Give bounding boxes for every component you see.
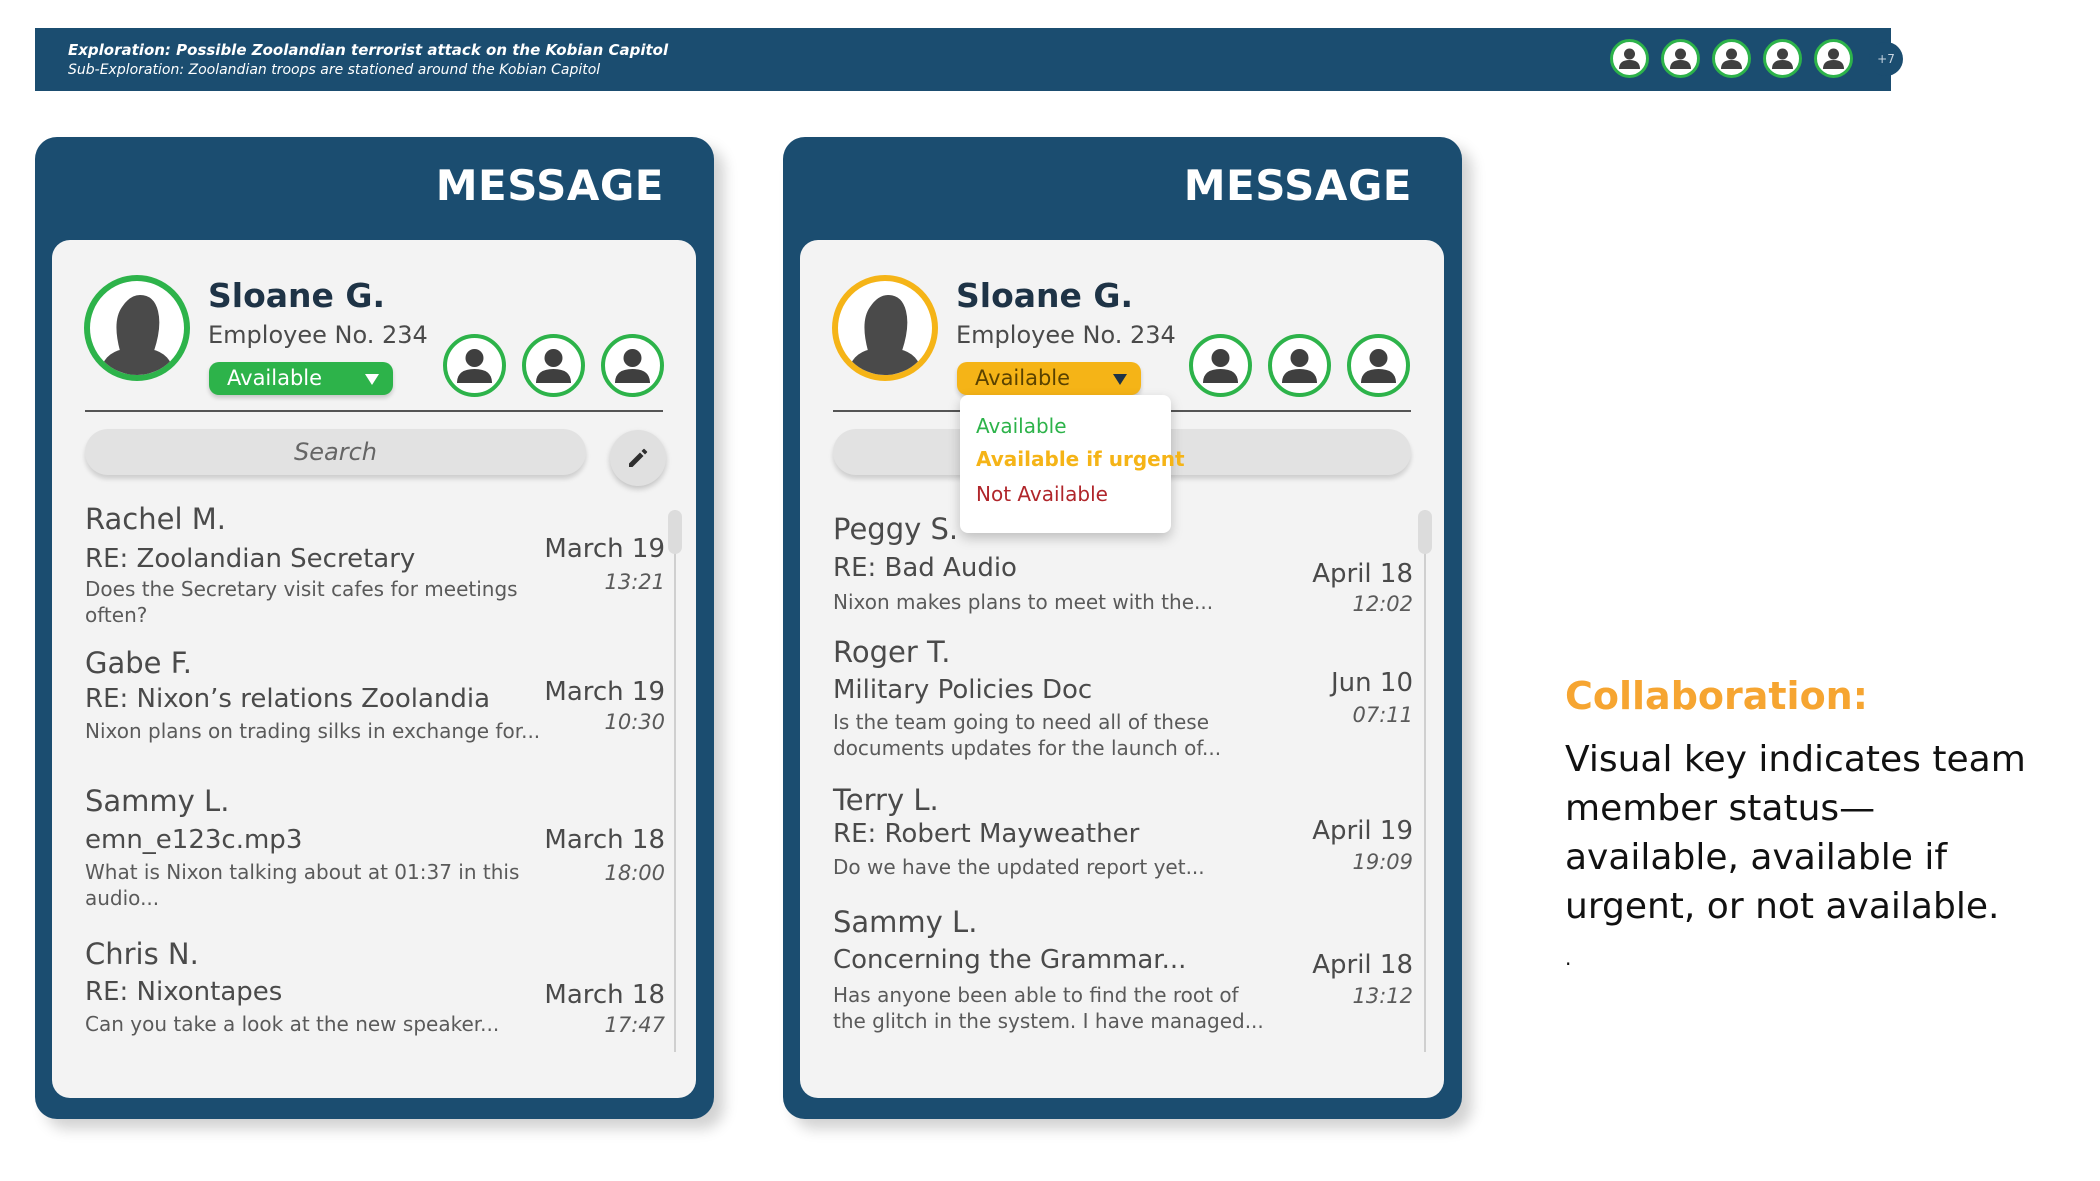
message-preview: Is the team going to need all of these d… xyxy=(833,710,1222,760)
user-avatar-icon[interactable] xyxy=(1661,39,1700,78)
message-time: 13:12 xyxy=(1352,984,1413,1008)
pencil-icon xyxy=(629,448,648,467)
panel-title: MESSAGE xyxy=(1183,161,1412,210)
message-date: Jun 10 xyxy=(1331,668,1413,698)
message-date: March 19 xyxy=(544,534,665,564)
divider xyxy=(85,410,663,412)
message-date: March 19 xyxy=(544,677,665,707)
message-date: March 18 xyxy=(544,980,665,1010)
user-avatar-icon[interactable] xyxy=(601,334,664,397)
compose-button[interactable] xyxy=(610,430,666,486)
message-sender: Roger T. xyxy=(833,635,951,669)
profile-name: Sloane G. xyxy=(956,276,1134,315)
message-date: April 18 xyxy=(1312,559,1413,589)
profile-avatar-icon[interactable] xyxy=(84,275,190,381)
status-menu: Available Available if urgent Not Availa… xyxy=(960,395,1185,533)
team-members xyxy=(1189,334,1410,397)
caption-title: Collaboration: xyxy=(1565,674,1868,718)
message-date: March 18 xyxy=(544,825,665,855)
message-time: 12:02 xyxy=(1352,592,1413,616)
employee-number: Employee No. 234 xyxy=(208,321,428,349)
message-subject: emn_e123c.mp3 xyxy=(85,825,303,855)
status-label: Available xyxy=(227,366,323,390)
message-preview: Nixon plans on trading silks in exchange… xyxy=(85,719,541,743)
user-avatar-icon[interactable] xyxy=(1189,334,1252,397)
message-subject: RE: Nixon’s relations Zoolandia xyxy=(85,684,491,714)
message-panel-status-menu: MESSAGE Sloane G. Employee No. 234 Avail… xyxy=(783,137,1462,1119)
user-avatar-icon[interactable] xyxy=(522,334,585,397)
message-sender: Peggy S. xyxy=(833,512,959,546)
message-subject: RE: Robert Mayweather xyxy=(833,819,1140,849)
message-time: 07:11 xyxy=(1352,703,1413,727)
search-input[interactable]: Search xyxy=(85,429,586,475)
message-subject: Concerning the Grammar... xyxy=(833,945,1187,975)
message-preview: Has anyone been able to find the root of… xyxy=(833,983,1264,1033)
message-subject: RE: Nixontapes xyxy=(85,977,283,1007)
employee-number: Employee No. 234 xyxy=(956,321,1176,349)
chevron-down-icon xyxy=(365,374,379,385)
caption-body: Visual key indicates team member status—… xyxy=(1565,739,2026,927)
user-avatar-icon[interactable] xyxy=(443,334,506,397)
message-sender: Sammy L. xyxy=(833,905,978,939)
exploration-banner: Exploration: Possible Zoolandian terrori… xyxy=(35,28,1903,91)
profile-avatar-icon[interactable] xyxy=(832,275,938,381)
message-preview: Does the Secretary visit cafes for meeti… xyxy=(85,577,518,627)
message-time: 13:21 xyxy=(604,570,665,594)
caption-trailing-dot: . xyxy=(1565,946,1572,970)
exploration-title: Exploration: Possible Zoolandian terrori… xyxy=(68,41,669,59)
message-preview: Can you take a look at the new speaker..… xyxy=(85,1012,500,1036)
scrollbar-thumb[interactable] xyxy=(668,510,682,554)
message-preview: What is Nixon talking about at 01:37 in … xyxy=(85,860,520,910)
scrollbar[interactable] xyxy=(668,510,682,1052)
message-sender: Chris N. xyxy=(85,937,199,971)
status-option-available-if-urgent[interactable]: Available if urgent xyxy=(976,447,1185,471)
message-sender: Rachel M. xyxy=(85,502,226,536)
message-date: April 19 xyxy=(1312,816,1413,846)
status-option-available[interactable]: Available xyxy=(976,414,1067,438)
message-subject: RE: Bad Audio xyxy=(833,553,1017,583)
user-avatar-icon[interactable] xyxy=(1712,39,1751,78)
collaborator-avatars: +7 xyxy=(1610,39,1903,78)
message-date: April 18 xyxy=(1312,950,1413,980)
user-avatar-icon[interactable] xyxy=(1610,39,1649,78)
status-dropdown[interactable]: Available xyxy=(957,362,1141,395)
sub-exploration-title: Sub-Exploration: Zoolandian troops are s… xyxy=(68,62,601,78)
profile-name: Sloane G. xyxy=(208,276,386,315)
message-preview: Nixon makes plans to meet with the... xyxy=(833,590,1214,614)
message-time: 18:00 xyxy=(604,861,665,885)
message-time: 17:47 xyxy=(604,1013,665,1037)
scrollbar[interactable] xyxy=(1418,510,1432,1052)
panel-title: MESSAGE xyxy=(435,161,664,210)
message-time: 19:09 xyxy=(1352,850,1413,874)
team-members xyxy=(443,334,664,397)
user-avatar-icon[interactable] xyxy=(1814,39,1853,78)
message-panel-default: MESSAGE Sloane G. Employee No. 234 Avail… xyxy=(35,137,714,1119)
status-label: Available xyxy=(975,366,1071,390)
user-avatar-icon[interactable] xyxy=(1268,334,1331,397)
message-card: Sloane G. Employee No. 234 Available Ava… xyxy=(800,240,1444,1098)
message-card: Sloane G. Employee No. 234 Available Sea… xyxy=(52,240,696,1098)
scrollbar-thumb[interactable] xyxy=(1418,510,1432,554)
message-time: 10:30 xyxy=(604,710,665,734)
message-subject: RE: Zoolandian Secretary xyxy=(85,544,416,574)
message-sender: Terry L. xyxy=(833,783,939,817)
user-avatar-icon[interactable] xyxy=(1763,39,1802,78)
message-sender: Sammy L. xyxy=(85,784,230,818)
user-avatar-icon[interactable] xyxy=(1347,334,1410,397)
message-preview: Do we have the updated report yet... xyxy=(833,855,1205,879)
more-collaborators-count[interactable]: +7 xyxy=(1869,41,1903,76)
status-dropdown[interactable]: Available xyxy=(209,362,393,395)
chevron-down-icon xyxy=(1113,374,1127,385)
status-option-not-available[interactable]: Not Available xyxy=(976,482,1108,506)
message-sender: Gabe F. xyxy=(85,646,192,680)
message-subject: Military Policies Doc xyxy=(833,675,1093,705)
